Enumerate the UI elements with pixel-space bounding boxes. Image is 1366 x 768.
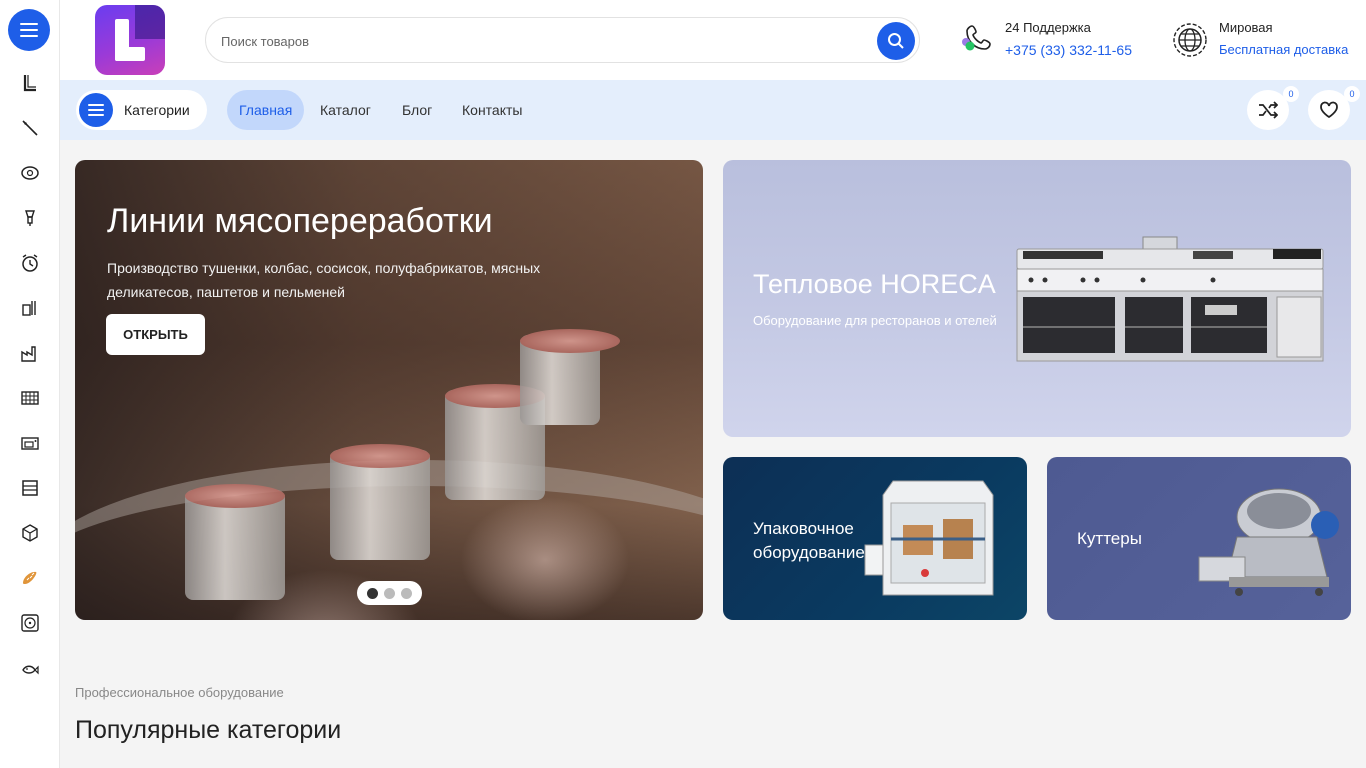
hero-slider: Линии мясопереработки Производство тушен…: [75, 160, 703, 620]
packing-title: Упаковочное оборудование: [753, 519, 865, 562]
fish-icon[interactable]: [19, 657, 41, 679]
main-navigation: Категории Главная Каталог Блог Контакты …: [60, 80, 1366, 140]
left-category-rail: [0, 0, 60, 768]
grinder-icon[interactable]: [19, 207, 41, 229]
hero-open-button[interactable]: ОТКРЫТЬ: [106, 314, 205, 355]
wishlist-button[interactable]: 0: [1308, 86, 1360, 130]
oven-icon[interactable]: [19, 432, 41, 454]
hero-title: Линии мясопереработки: [107, 202, 493, 240]
bread-icon[interactable]: [19, 567, 41, 589]
support-block: 24 Поддержка +375 (33) 332-11-65: [960, 18, 1140, 62]
compare-button[interactable]: 0: [1247, 86, 1299, 130]
wishlist-count-badge: 0: [1344, 86, 1360, 102]
popular-categories-title: Популярные категории: [75, 716, 342, 744]
box-icon[interactable]: [19, 522, 41, 544]
hamburger-icon: [20, 23, 38, 37]
slider-dot-2[interactable]: [384, 587, 395, 599]
cutter-machine-image: [1198, 488, 1339, 596]
can-illustration: [185, 484, 285, 600]
knife-icon[interactable]: [19, 117, 41, 139]
rail-menu-button[interactable]: [8, 9, 50, 51]
packing-equipment-banner[interactable]: Упаковочное оборудование: [723, 457, 1027, 620]
can-illustration: [520, 329, 620, 425]
slider-pagination: [357, 581, 422, 605]
search-bar: [205, 17, 920, 63]
can-illustration: [330, 444, 430, 560]
shelf-icon[interactable]: [19, 477, 41, 499]
factory-icon[interactable]: [19, 342, 41, 364]
slider-dot-1[interactable]: [367, 587, 378, 599]
kitchen-station-image: [1016, 236, 1324, 362]
slider-dot-3[interactable]: [401, 587, 412, 599]
site-header: 24 Поддержка +375 (33) 332-11-65 Мировая…: [60, 0, 1366, 80]
globe-icon: [1173, 23, 1207, 57]
hamburger-icon: [88, 104, 104, 116]
search-button[interactable]: [877, 22, 915, 60]
categories-label: Категории: [124, 102, 190, 118]
hero-description: Производство тушенки, колбас, сосисок, п…: [107, 260, 541, 300]
clock-icon[interactable]: [19, 252, 41, 274]
free-delivery-link[interactable]: Бесплатная доставка: [1219, 42, 1348, 57]
nav-link-blog[interactable]: Блог: [402, 90, 432, 130]
packing-machine-image: [864, 480, 994, 596]
fan-icon[interactable]: [19, 612, 41, 634]
nav-link-contacts[interactable]: Контакты: [462, 90, 522, 130]
compare-count-badge: 0: [1283, 86, 1299, 102]
support-label: 24 Поддержка: [1005, 20, 1091, 35]
letter-l-icon[interactable]: [19, 72, 41, 94]
horeca-subtitle: Оборудование для ресторанов и отелей: [753, 313, 997, 328]
categories-button[interactable]: Категории: [76, 90, 207, 130]
site-logo[interactable]: [95, 5, 165, 75]
horeca-banner[interactable]: Тепловое HORECA Оборудование для рестора…: [723, 160, 1351, 437]
search-input[interactable]: [221, 30, 861, 52]
delivery-label: Мировая: [1219, 20, 1273, 35]
search-icon: [888, 33, 904, 49]
support-phone-link[interactable]: +375 (33) 332-11-65: [1005, 42, 1132, 58]
shuffle-icon: [1259, 101, 1278, 119]
phone-icon: [962, 25, 991, 51]
nav-link-catalog[interactable]: Каталог: [320, 90, 371, 130]
heart-icon: [1320, 101, 1338, 119]
meat-icon[interactable]: [19, 162, 41, 184]
cutters-title: Куттеры: [1077, 529, 1142, 548]
delivery-block: Мировая Бесплатная доставка: [1172, 18, 1362, 62]
nav-link-home[interactable]: Главная: [227, 90, 305, 130]
section-subtitle: Профессиональное оборудование: [75, 685, 284, 700]
horeca-title: Тепловое HORECA: [753, 269, 996, 299]
cutters-banner[interactable]: Куттеры: [1047, 457, 1351, 620]
mixer-icon[interactable]: [19, 297, 41, 319]
grid-icon[interactable]: [19, 387, 41, 409]
